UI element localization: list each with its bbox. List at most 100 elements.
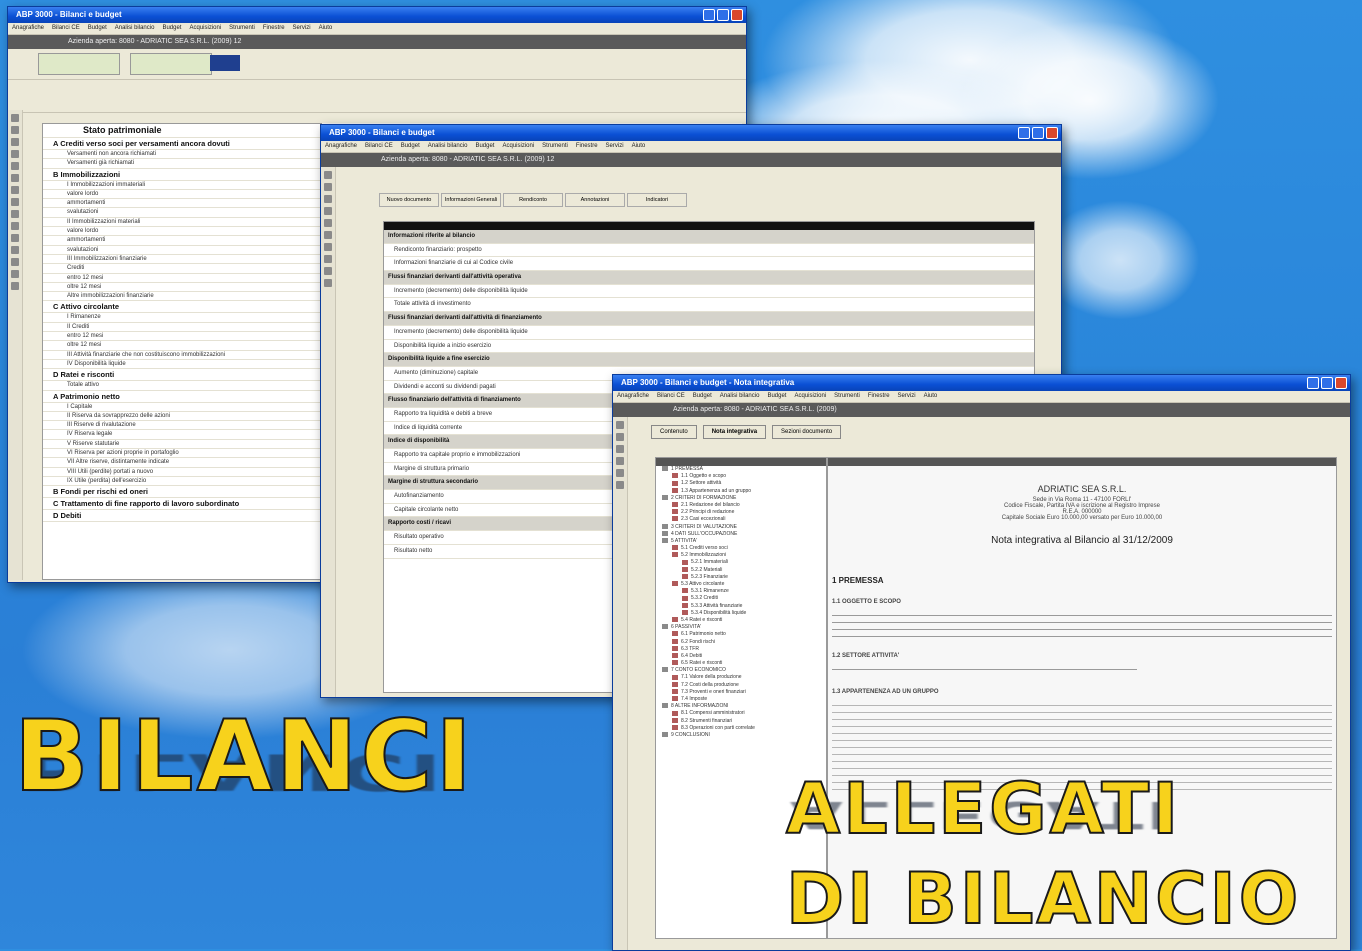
minimize-button[interactable]	[1018, 127, 1030, 139]
menu-item[interactable]: Servizi	[898, 393, 916, 399]
toolbar-button[interactable]: Contenuto	[651, 425, 697, 439]
table-row[interactable]: Disponibilità liquide a fine esercizio	[384, 353, 1034, 367]
table-row[interactable]: Flussi finanziari derivanti dall'attivit…	[384, 312, 1034, 326]
menu-item[interactable]: Aiuto	[924, 393, 938, 399]
tree-node[interactable]: 3 CRITERI DI VALUTAZIONE	[656, 524, 826, 531]
minimize-button[interactable]	[1307, 377, 1319, 389]
tree-node[interactable]: 8.1 Compensi amministratori	[656, 710, 826, 717]
table-row[interactable]: entro 12 mesi	[43, 332, 323, 342]
tree-node[interactable]: 5.3 Attivo circolante	[656, 581, 826, 588]
menu-item[interactable]: Analisi bilancio	[428, 143, 468, 149]
tree-node[interactable]: 5.2 Immobilizzazioni	[656, 552, 826, 559]
table-row[interactable]: B Fondi per rischi ed oneri	[43, 486, 323, 499]
menu-item[interactable]: Acquisizioni	[502, 143, 534, 149]
tree-node[interactable]: 6 PASSIVITA'	[656, 624, 826, 631]
table-row[interactable]: Informazioni riferite al bilancio	[384, 230, 1034, 244]
menu-item[interactable]: Analisi bilancio	[720, 393, 760, 399]
tree-node[interactable]: 7.1 Valore della produzione	[656, 674, 826, 681]
tree-node[interactable]: 5.2.2 Materiali	[656, 567, 826, 574]
toolbar-button[interactable]	[38, 53, 120, 75]
maximize-button[interactable]	[1321, 377, 1333, 389]
tree-node[interactable]: 1 PREMESSA	[656, 466, 826, 473]
menu-item[interactable]: Budget	[162, 25, 181, 31]
tab[interactable]: Annotazioni	[565, 193, 625, 207]
table-row[interactable]: VI Riserva per azioni proprie in portafo…	[43, 449, 323, 459]
menu-item[interactable]: Anagrafiche	[12, 25, 44, 31]
tree-node[interactable]: 8 ALTRE INFORMAZIONI	[656, 703, 826, 710]
menu-item[interactable]: Finestre	[868, 393, 890, 399]
table-row[interactable]: valore lordo	[43, 227, 323, 237]
tree-node[interactable]: 6.2 Fondi rischi	[656, 639, 826, 646]
menu-item[interactable]: Strumenti	[834, 393, 860, 399]
tree-node[interactable]: 5.3.4 Disponibilità liquide	[656, 610, 826, 617]
menu-item[interactable]: Strumenti	[542, 143, 568, 149]
table-row[interactable]: II Riserva da sovrapprezzo delle azioni	[43, 412, 323, 422]
menu-item[interactable]: Budget	[88, 25, 107, 31]
menu-item[interactable]: Bilanci CE	[52, 25, 80, 31]
table-row[interactable]: Disponibilità liquide a inizio esercizio	[384, 340, 1034, 354]
table-row[interactable]: Totale attività di investimento	[384, 298, 1034, 313]
menu-item[interactable]: Budget	[767, 393, 786, 399]
tree-node[interactable]: 1.2 Settore attività	[656, 480, 826, 487]
tab[interactable]: Indicatori	[627, 193, 687, 207]
toolbar-button[interactable]: Sezioni documento	[772, 425, 842, 439]
table-row[interactable]: Flussi finanziari derivanti dall'attivit…	[384, 271, 1034, 285]
table-row[interactable]: I Immobilizzazioni immateriali	[43, 181, 323, 190]
table-row[interactable]: oltre 12 mesi	[43, 341, 323, 351]
table-row[interactable]: svalutazioni	[43, 208, 323, 218]
menu-item[interactable]: Analisi bilancio	[115, 25, 155, 31]
menu-item[interactable]: Anagrafiche	[325, 143, 357, 149]
tree-node[interactable]: 5.4 Ratei e risconti	[656, 617, 826, 624]
tree-node[interactable]: 7.4 Imposte	[656, 696, 826, 703]
tree-node[interactable]: 6.1 Patrimonio netto	[656, 631, 826, 638]
table-row[interactable]: III Attività finanziarie che non costitu…	[43, 351, 323, 360]
tree-node[interactable]: 2.3 Casi eccezionali	[656, 516, 826, 523]
tree-node[interactable]: 5.3.2 Crediti	[656, 595, 826, 602]
table-row[interactable]: D Debiti	[43, 510, 323, 523]
table-row[interactable]: svalutazioni	[43, 246, 323, 255]
tree-node[interactable]: 2.2 Principi di redazione	[656, 509, 826, 516]
table-row[interactable]: I Rimanenze	[43, 313, 323, 323]
table-row[interactable]: oltre 12 mesi	[43, 283, 323, 293]
tab[interactable]: Informazioni Generali	[441, 193, 501, 207]
menu-item[interactable]: Budget	[693, 393, 712, 399]
tree-node[interactable]: 7.2 Costi della produzione	[656, 682, 826, 689]
menu-item[interactable]: Aiuto	[632, 143, 646, 149]
menu-item[interactable]: Servizi	[293, 25, 311, 31]
table-row[interactable]: Rendiconto finanziario: prospetto	[384, 244, 1034, 258]
tree-node[interactable]: 2.1 Redazione del bilancio	[656, 502, 826, 509]
table-row[interactable]: VIII Utili (perdite) portati a nuovo	[43, 468, 323, 477]
menu-item[interactable]: Budget	[401, 143, 420, 149]
table-row[interactable]: II Crediti	[43, 323, 323, 333]
table-row[interactable]: Informazioni finanziarie di cui al Codic…	[384, 257, 1034, 272]
tab[interactable]: Rendiconto	[503, 193, 563, 207]
table-row[interactable]: V Riserve statutarie	[43, 440, 323, 450]
table-row[interactable]: VII Altre riserve, distintamente indicat…	[43, 458, 323, 468]
tree-node[interactable]: 6.5 Ratei e risconti	[656, 660, 826, 667]
table-row[interactable]: ammortamenti	[43, 236, 323, 246]
tree-node[interactable]: 6.4 Debiti	[656, 653, 826, 660]
tree-node[interactable]: 4 DATI SULL'OCCUPAZIONE	[656, 531, 826, 538]
minimize-button[interactable]	[703, 9, 715, 21]
table-row[interactable]: D Ratei e risconti	[43, 369, 323, 382]
table-row[interactable]: Crediti	[43, 264, 323, 274]
tree-node[interactable]: 1.3 Appartenenza ad un gruppo	[656, 488, 826, 495]
menu-item[interactable]: Servizi	[606, 143, 624, 149]
menu-item[interactable]: Finestre	[576, 143, 598, 149]
tree-node[interactable]: 5.2.1 Immateriali	[656, 559, 826, 566]
maximize-button[interactable]	[717, 9, 729, 21]
menu-item[interactable]: Aiuto	[319, 25, 333, 31]
tab[interactable]: Nuovo documento	[379, 193, 439, 207]
menu-item[interactable]: Strumenti	[229, 25, 255, 31]
close-button[interactable]	[1335, 377, 1347, 389]
table-row[interactable]: I Capitale	[43, 403, 323, 412]
table-row[interactable]: A Patrimonio netto	[43, 391, 323, 403]
menu-item[interactable]: Anagrafiche	[617, 393, 649, 399]
table-row[interactable]: valore lordo	[43, 190, 323, 200]
tree-node[interactable]: 5.3.3 Attività finanziarie	[656, 603, 826, 610]
tree-node[interactable]: 9 CONCLUSIONI	[656, 732, 826, 739]
menu-item[interactable]: Bilanci CE	[657, 393, 685, 399]
table-row[interactable]: III Immobilizzazioni finanziarie	[43, 255, 323, 265]
tree-node[interactable]: 1.1 Oggetto e scopo	[656, 473, 826, 480]
tree-node[interactable]: 5.3.1 Rimanenze	[656, 588, 826, 595]
